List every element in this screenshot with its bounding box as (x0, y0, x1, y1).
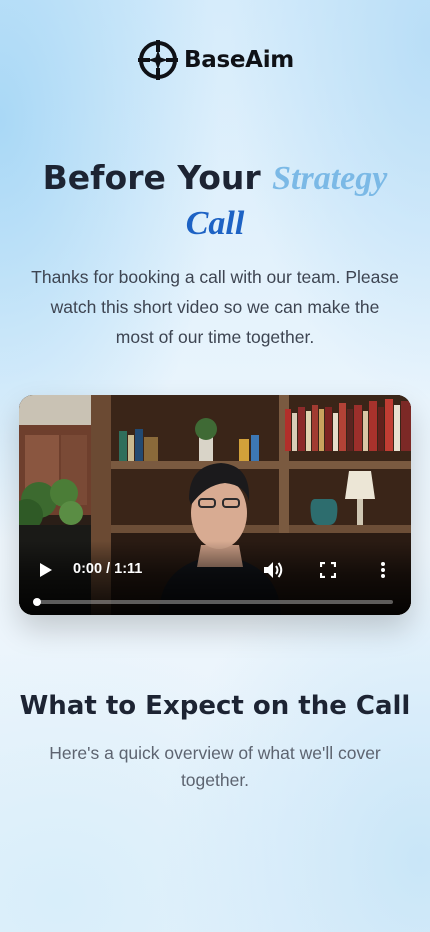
video-time-separator: / (106, 561, 111, 577)
fullscreen-icon[interactable] (317, 559, 339, 581)
video-controls: 0:00 / 1:11 (19, 541, 411, 615)
hero-title-accent-strategy: Strategy (272, 160, 388, 197)
video-player[interactable]: 0:00 / 1:11 (19, 395, 411, 615)
hero-subtitle: Thanks for booking a call with our team.… (31, 267, 399, 347)
hero-title-plain: Before Your (42, 158, 261, 197)
brand-name: BaseAim (184, 47, 294, 73)
play-icon[interactable] (35, 559, 57, 581)
video-time: 0:00 / 1:11 (73, 561, 142, 577)
expect-title: What to Expect on the Call (19, 691, 411, 721)
hero-title: Before Your Strategy Call (0, 156, 430, 246)
video-duration: 1:11 (114, 561, 143, 577)
expect-subtitle: Here's a quick overview of what we'll co… (49, 743, 381, 790)
more-vertical-icon[interactable] (375, 559, 391, 581)
brand-logo[interactable]: BaseAim (0, 38, 430, 82)
video-progress-bar[interactable] (33, 598, 393, 606)
volume-icon[interactable] (261, 559, 285, 581)
crosshair-logo-icon (138, 40, 179, 80)
hero-title-accent-call: Call (185, 205, 245, 242)
video-current-time: 0:00 (73, 561, 103, 577)
video-progress-thumb[interactable] (33, 598, 41, 606)
